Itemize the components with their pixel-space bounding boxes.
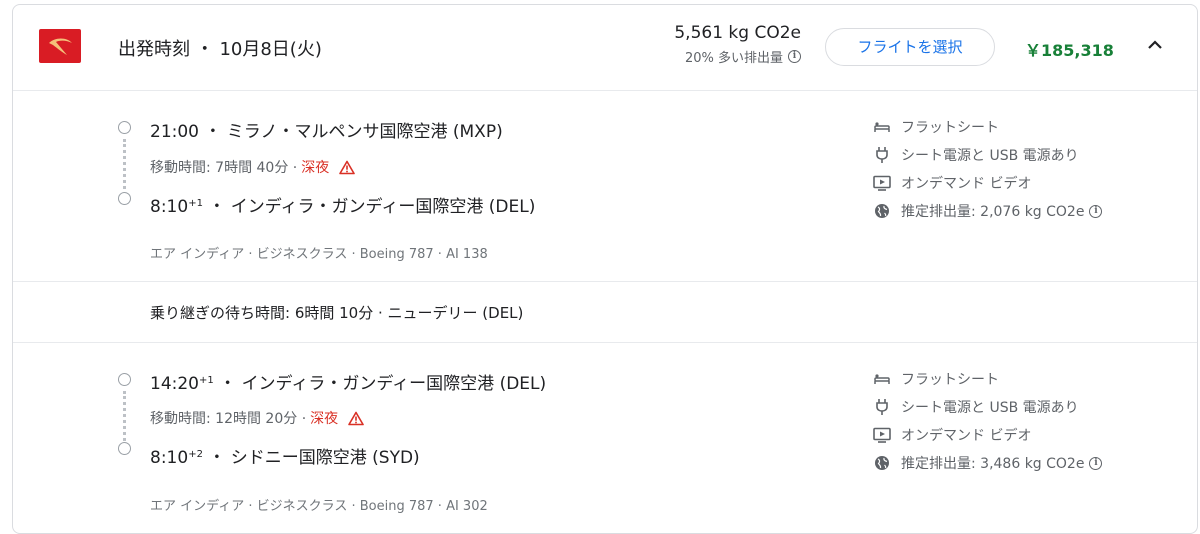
flight-meta: エア インディア · ビジネスクラス · Boeing 787 · AI 302 (150, 499, 488, 514)
amenity-video-label: オンデマンド ビデオ (901, 176, 1032, 192)
amenity-power-label: シート電源と USB 電源あり (901, 148, 1079, 164)
amenity-seat-label: フラットシート (901, 120, 999, 136)
warning-icon (348, 411, 364, 425)
timeline-line (123, 391, 126, 441)
amenity-power: シート電源と USB 電源あり (873, 393, 1183, 421)
power-plug-icon (873, 146, 891, 164)
emissions-summary: 5,561 kg CO2e 20% 多い排出量 i (633, 23, 801, 66)
departure-time: 14:20 (150, 374, 199, 394)
amenity-seat: フラットシート (873, 113, 1183, 141)
day-offset: +1 (199, 375, 214, 386)
arrival-time: 8:10 (150, 197, 189, 217)
departure-row: 21:00 ・ ミラノ・マルペンサ国際空港 (MXP) (150, 122, 503, 142)
arrival-airport: インディラ・ガンディー国際空港 (DEL) (230, 197, 536, 217)
flat-seat-icon (873, 370, 891, 388)
duration-row: 移動時間: 7時間 40分 · 深夜 (150, 157, 356, 177)
info-icon[interactable]: i (1089, 456, 1103, 470)
departure-row: 14:20+1 ・ インディラ・ガンディー国際空港 (DEL) (150, 374, 547, 394)
info-icon[interactable]: i (1089, 204, 1103, 218)
arrival-time: 8:10 (150, 448, 189, 468)
layover-row: 乗り継ぎの待ち時間: 6時間 10分 · ニューデリー (DEL) (13, 281, 1197, 343)
amenity-video-label: オンデマンド ビデオ (901, 428, 1032, 444)
select-flight-button[interactable]: フライトを選択 (825, 28, 995, 66)
timeline-depart-dot (118, 121, 131, 134)
airline-logo (39, 29, 81, 63)
price: ￥185,318 (1025, 41, 1114, 60)
amenity-emissions-label: 推定排出量: 2,076 kg CO2e (901, 204, 1085, 220)
overnight-label: 深夜 (301, 160, 330, 176)
flight-segment-1: 21:00 ・ ミラノ・マルペンサ国際空港 (MXP) 移動時間: 7時間 40… (13, 91, 1197, 281)
amenity-power: シート電源と USB 電源あり (873, 141, 1183, 169)
layover-text: 乗り継ぎの待ち時間: 6時間 10分 · ニューデリー (DEL) (150, 304, 524, 322)
globe-icon (873, 202, 891, 220)
power-plug-icon (873, 398, 891, 416)
chevron-up-icon[interactable] (1145, 35, 1165, 55)
amenities-list: フラットシート シート電源と USB 電源あり オンデマンド ビデオ 推定排出量… (873, 365, 1183, 477)
amenity-power-label: シート電源と USB 電源あり (901, 400, 1079, 416)
amenity-video: オンデマンド ビデオ (873, 421, 1183, 449)
arrival-row: 8:10+1 ・ インディラ・ガンディー国際空港 (DEL) (150, 197, 536, 217)
amenity-seat: フラットシート (873, 365, 1183, 393)
timeline-arrive-dot (118, 442, 131, 455)
timeline-depart-dot (118, 373, 131, 386)
amenities-list: フラットシート シート電源と USB 電源あり オンデマンド ビデオ 推定排出量… (873, 113, 1183, 225)
day-offset: +2 (188, 449, 203, 460)
day-offset: +1 (188, 198, 203, 209)
flat-seat-icon (873, 118, 891, 136)
emissions-note-text: 20% 多い排出量 (684, 51, 783, 66)
flight-segment-2: 14:20+1 ・ インディラ・ガンディー国際空港 (DEL) 移動時間: 12… (13, 343, 1197, 533)
amenity-seat-label: フラットシート (901, 372, 999, 388)
departure-title: 出発時刻 ・ 10月8日(火) (118, 39, 322, 60)
video-icon (873, 426, 891, 444)
emissions-note: 20% 多い排出量 i (633, 47, 801, 66)
duration-row: 移動時間: 12時間 20分 · 深夜 (150, 408, 364, 428)
warning-icon (339, 160, 356, 174)
overnight-label: 深夜 (310, 411, 339, 427)
arrival-row: 8:10+2 ・ シドニー国際空港 (SYD) (150, 448, 420, 468)
globe-icon (873, 454, 891, 472)
amenity-video: オンデマンド ビデオ (873, 169, 1183, 197)
departure-time: 21:00 (150, 122, 199, 142)
flight-card: 出発時刻 ・ 10月8日(火) 5,561 kg CO2e 20% 多い排出量 … (12, 4, 1198, 534)
timeline-line (123, 139, 126, 189)
emissions-value: 5,561 kg CO2e (674, 23, 801, 43)
departure-airport: インディラ・ガンディー国際空港 (DEL) (241, 374, 547, 394)
flight-summary-header[interactable]: 出発時刻 ・ 10月8日(火) 5,561 kg CO2e 20% 多い排出量 … (13, 5, 1197, 91)
amenity-emissions: 推定排出量: 3,486 kg CO2e i (873, 449, 1183, 477)
info-icon[interactable]: i (788, 50, 801, 63)
travel-duration: 移動時間: 7時間 40分 · (150, 160, 298, 176)
amenity-emissions: 推定排出量: 2,076 kg CO2e i (873, 197, 1183, 225)
departure-airport: ミラノ・マルペンサ国際空港 (MXP) (226, 122, 503, 142)
flight-meta: エア インディア · ビジネスクラス · Boeing 787 · AI 138 (150, 247, 488, 262)
timeline-arrive-dot (118, 192, 131, 205)
amenity-emissions-label: 推定排出量: 3,486 kg CO2e (901, 456, 1085, 472)
arrival-airport: シドニー国際空港 (SYD) (230, 448, 420, 468)
travel-duration: 移動時間: 12時間 20分 · (150, 411, 307, 427)
video-icon (873, 174, 891, 192)
